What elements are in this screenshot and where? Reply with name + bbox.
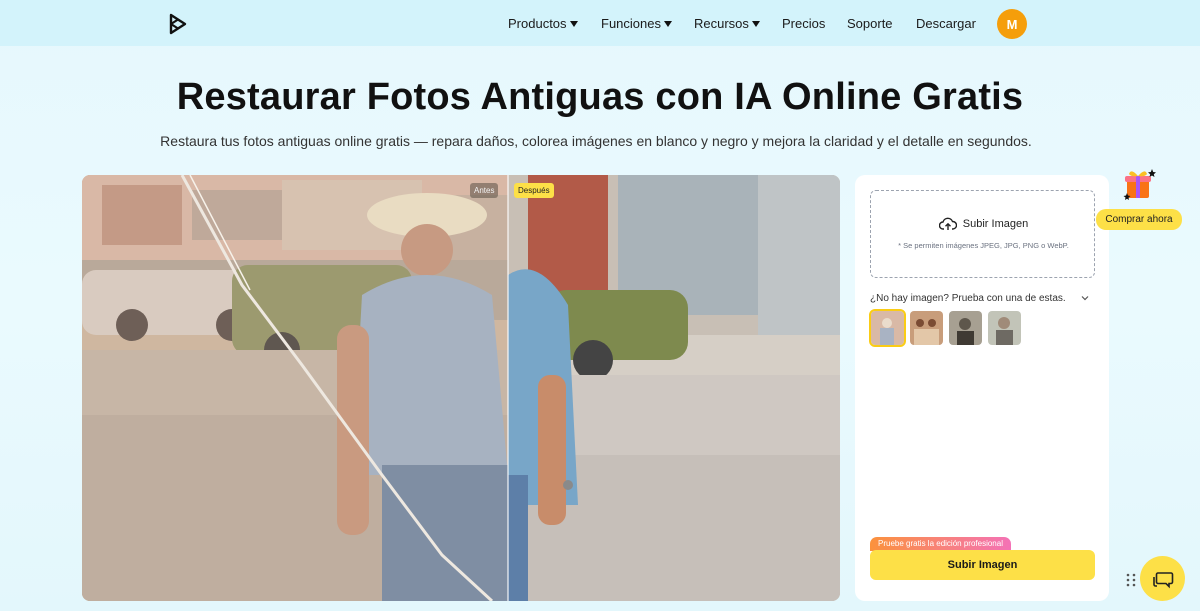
page-title: Restaurar Fotos Antiguas con IA Online G… [176,76,1024,118]
nav-productos[interactable]: Productos [508,16,578,31]
after-label: Después [514,183,554,198]
before-photo [82,175,508,601]
nav-soporte[interactable]: Soporte [847,16,893,31]
before-after-comparison[interactable]: Antes Después [82,175,840,601]
after-photo [508,175,840,601]
caret-down-icon [569,20,578,27]
cloud-upload-icon [938,217,957,230]
sample-thumbnail-2[interactable] [910,311,943,345]
caret-down-icon [663,20,672,27]
nav-label: Productos [508,16,567,31]
upload-dropzone[interactable]: Subir Imagen * Se permiten imágenes JPEG… [870,190,1095,278]
promo-badge: Pruebe gratis la edición profesional [870,537,1011,551]
before-label: Antes [470,183,499,198]
upload-formats-note: * Se permiten imágenes JPEG, JPG, PNG o … [898,241,1069,250]
sample-thumbnail-1[interactable] [869,309,906,347]
nav-label: Funciones [601,16,661,31]
sample-thumbnail-4[interactable] [988,311,1021,345]
user-avatar[interactable]: M [997,9,1027,39]
nav-label: Soporte [847,16,893,31]
caret-down-icon [751,20,760,27]
sample-image-4 [988,311,1021,345]
nav-label: Recursos [694,16,749,31]
page-subtitle: Restaura tus fotos antiguas online grati… [160,133,1032,149]
nav-label: Descargar [916,16,976,31]
sample-image-2 [910,311,943,345]
nav-descargar[interactable]: Descargar [916,16,976,31]
nav-precios[interactable]: Precios [782,16,825,31]
upload-row: Subir Imagen [871,217,1096,231]
samples-label: ¿No hay imagen? Prueba con una de estas. [870,293,1066,304]
drag-handle-icon[interactable] [1125,572,1137,588]
upload-label: Subir Imagen [962,218,1029,230]
sample-image-1 [871,311,904,345]
compare-divider-handle[interactable] [507,175,509,601]
nav-label: Precios [782,16,826,31]
buy-now-button[interactable]: Comprar ahora [1096,209,1182,230]
upload-panel: Subir Imagen * Se permiten imágenes JPEG… [855,175,1109,601]
nav-funciones[interactable]: Funciones [601,16,672,31]
brand-logo-icon[interactable] [168,13,188,35]
top-navigation-bar: Productos Funciones Recursos Precios Sop… [0,0,1200,46]
sample-image-3 [949,311,982,345]
chat-support-button[interactable] [1140,556,1185,601]
sample-thumbnail-3[interactable] [949,311,982,345]
nav-recursos[interactable]: Recursos [694,16,760,31]
chevron-down-icon[interactable] [1080,293,1090,303]
chat-bubble-icon [1152,571,1173,588]
upload-image-button[interactable]: Subir Imagen [870,550,1095,580]
gift-icon[interactable] [1121,166,1157,202]
